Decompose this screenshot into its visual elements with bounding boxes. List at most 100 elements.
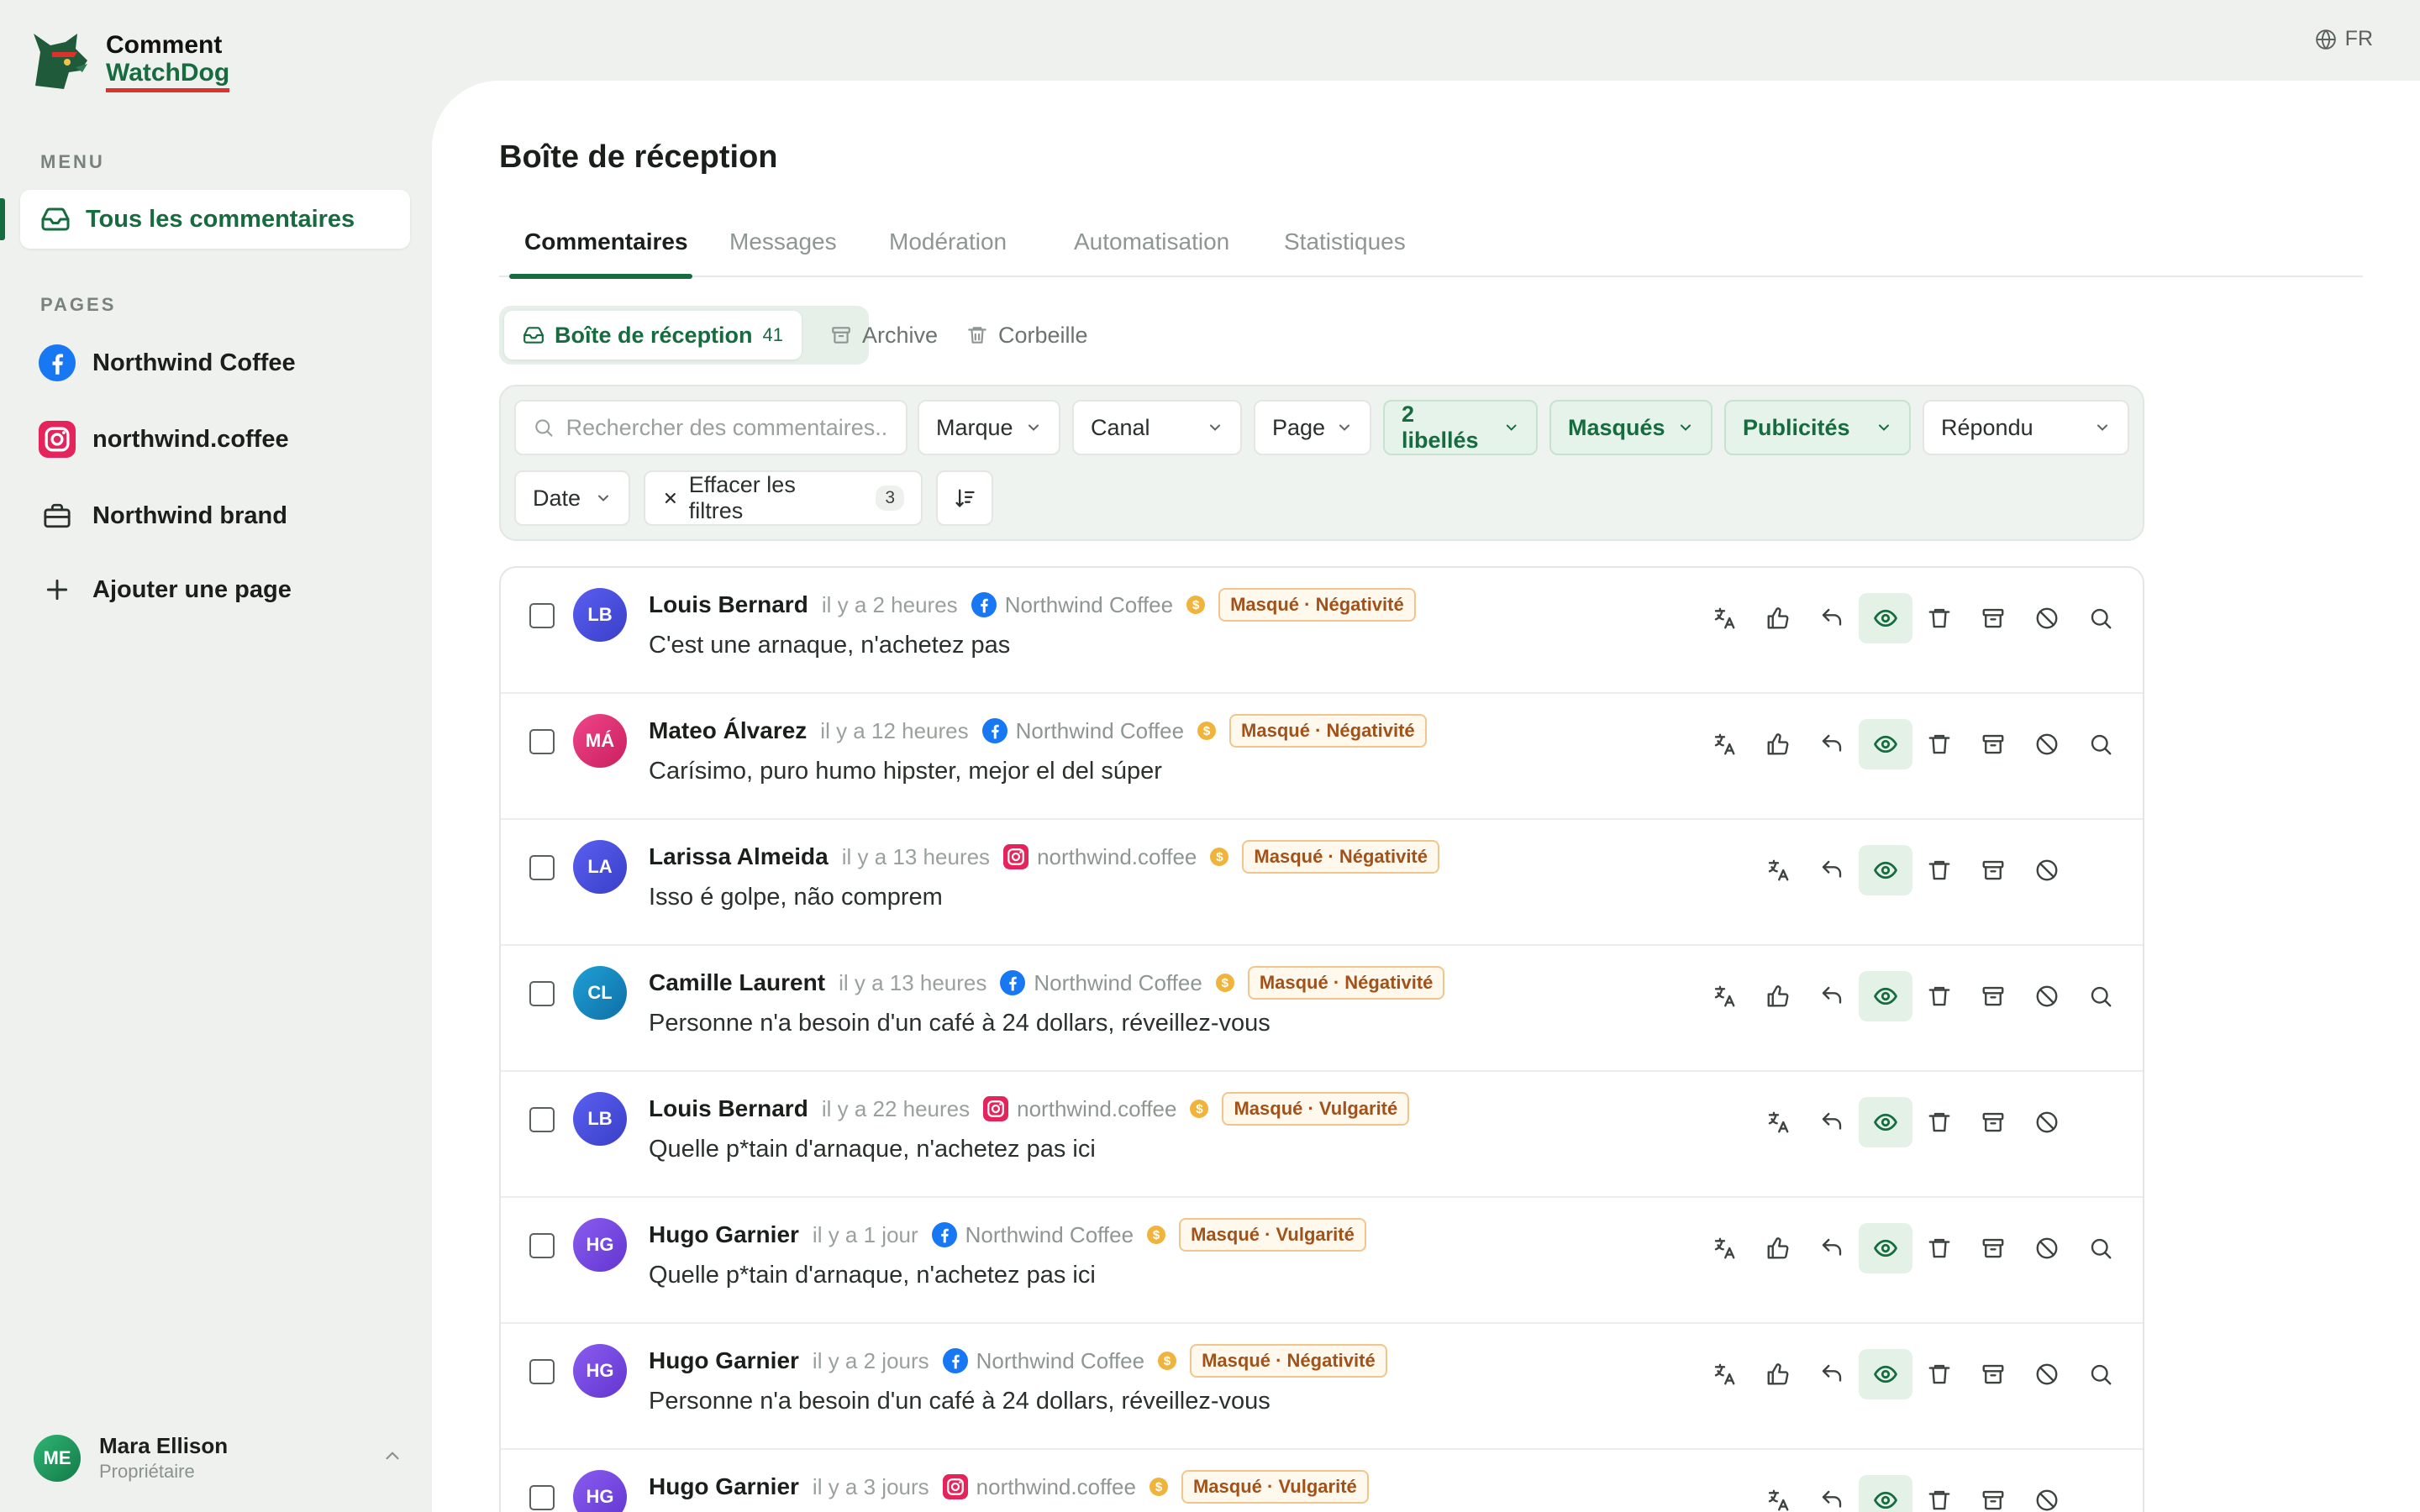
row-checkbox[interactable] (529, 855, 555, 880)
visibility-toggle-button[interactable] (1859, 719, 1912, 769)
visibility-toggle-button[interactable] (1859, 971, 1912, 1021)
like-button[interactable] (1751, 971, 1805, 1021)
sidebar-page-northwind-coffee[interactable]: Northwind Coffee (39, 344, 296, 381)
nav-item-all-comments[interactable]: Tous les commentaires (20, 190, 410, 249)
block-user-button[interactable] (2020, 845, 2074, 895)
comment-page-link[interactable]: northwind.coffee (983, 1096, 1176, 1122)
delete-button[interactable] (1912, 1349, 1966, 1399)
comment-row[interactable]: MÁ Mateo Álvarez il y a 12 heures Northwind… (501, 694, 2143, 820)
comment-row[interactable]: HG Hugo Garnier il y a 3 jours northwind.co… (501, 1450, 2143, 1512)
archive-button[interactable] (1966, 1097, 2020, 1147)
reply-button[interactable] (1805, 1097, 1859, 1147)
reply-button[interactable] (1805, 719, 1859, 769)
row-checkbox[interactable] (529, 1107, 555, 1132)
block-user-button[interactable] (2020, 1223, 2074, 1273)
visibility-toggle-button[interactable] (1859, 1223, 1912, 1273)
filter-replied[interactable]: Répondu (1923, 400, 2129, 455)
comment-row[interactable]: CL Camille Laurent il y a 13 heures Northwi… (501, 946, 2143, 1072)
segment-inbox[interactable]: Boîte de réception 41 (504, 311, 802, 360)
clear-filters-button[interactable]: Effacer les filtres 3 (644, 470, 923, 526)
archive-button[interactable] (1966, 1475, 2020, 1512)
search-input[interactable]: Rechercher des commentaires... (514, 400, 908, 455)
reply-button[interactable] (1805, 1223, 1859, 1273)
tab-statistics[interactable]: Statistiques (1284, 228, 1406, 255)
delete-button[interactable] (1912, 1475, 1966, 1512)
comment-page-link[interactable]: northwind.coffee (1003, 844, 1197, 870)
comment-row[interactable]: LA Larissa Almeida il y a 13 heures northwi… (501, 820, 2143, 946)
translate-button[interactable] (1697, 719, 1751, 769)
language-switcher[interactable]: FR (2315, 27, 2373, 51)
archive-button[interactable] (1966, 1349, 2020, 1399)
comment-row[interactable]: LB Louis Bernard il y a 22 heures northwind… (501, 1072, 2143, 1198)
author-name[interactable]: Louis Bernard (649, 1095, 808, 1122)
comment-page-link[interactable]: northwind.coffee (942, 1474, 1136, 1500)
delete-button[interactable] (1912, 1223, 1966, 1273)
segment-trash[interactable]: Corbeille (948, 311, 1107, 360)
delete-button[interactable] (1912, 845, 1966, 895)
add-page-button[interactable]: Ajouter une page (39, 571, 292, 608)
author-name[interactable]: Mateo Álvarez (649, 717, 807, 744)
brand-logo-link[interactable]: Comment WatchDog (27, 27, 230, 96)
author-name[interactable]: Hugo Garnier (649, 1347, 799, 1374)
search-author-button[interactable] (2074, 971, 2128, 1021)
translate-button[interactable] (1751, 1475, 1805, 1512)
segment-archive[interactable]: Archive (812, 311, 956, 360)
reply-button[interactable] (1805, 1475, 1859, 1512)
reply-button[interactable] (1805, 593, 1859, 643)
search-author-button[interactable] (2074, 1349, 2128, 1399)
delete-button[interactable] (1912, 1097, 1966, 1147)
archive-button[interactable] (1966, 1223, 2020, 1273)
like-button[interactable] (1751, 719, 1805, 769)
author-name[interactable]: Larissa Almeida (649, 843, 829, 870)
comment-row[interactable]: HG Hugo Garnier il y a 1 jour Northwind Cof… (501, 1198, 2143, 1324)
reply-button[interactable] (1805, 971, 1859, 1021)
row-checkbox[interactable] (529, 1233, 555, 1258)
filter-labels[interactable]: 2 libellés (1383, 400, 1538, 455)
row-checkbox[interactable] (529, 1485, 555, 1510)
visibility-toggle-button[interactable] (1859, 845, 1912, 895)
visibility-toggle-button[interactable] (1859, 1097, 1912, 1147)
archive-button[interactable] (1966, 719, 2020, 769)
translate-button[interactable] (1697, 593, 1751, 643)
comment-row[interactable]: LB Louis Bernard il y a 2 heures Northwind … (501, 568, 2143, 694)
filter-brand[interactable]: Marque (918, 400, 1060, 455)
author-name[interactable]: Camille Laurent (649, 969, 825, 996)
reply-button[interactable] (1805, 845, 1859, 895)
filter-date[interactable]: Date (514, 470, 630, 526)
tab-messages[interactable]: Messages (729, 228, 837, 255)
filter-channel[interactable]: Canal (1072, 400, 1242, 455)
tab-moderation[interactable]: Modération (889, 228, 1007, 255)
delete-button[interactable] (1912, 971, 1966, 1021)
archive-button[interactable] (1966, 593, 2020, 643)
row-checkbox[interactable] (529, 603, 555, 628)
visibility-toggle-button[interactable] (1859, 1349, 1912, 1399)
comment-page-link[interactable]: Northwind Coffee (981, 718, 1184, 744)
author-name[interactable]: Louis Bernard (649, 591, 808, 618)
reply-button[interactable] (1805, 1349, 1859, 1399)
visibility-toggle-button[interactable] (1859, 1475, 1912, 1512)
search-author-button[interactable] (2074, 1223, 2128, 1273)
block-user-button[interactable] (2020, 1475, 2074, 1512)
comment-page-link[interactable]: Northwind Coffee (942, 1348, 1144, 1374)
tab-comments[interactable]: Commentaires (524, 228, 688, 255)
comment-row[interactable]: HG Hugo Garnier il y a 2 jours Northwind Co… (501, 1324, 2143, 1450)
filter-page[interactable]: Page (1254, 400, 1371, 455)
like-button[interactable] (1751, 593, 1805, 643)
comment-page-link[interactable]: Northwind Coffee (971, 592, 1173, 618)
author-name[interactable]: Hugo Garnier (649, 1473, 799, 1500)
translate-button[interactable] (1751, 1097, 1805, 1147)
comment-page-link[interactable]: Northwind Coffee (931, 1222, 1134, 1248)
filter-ads[interactable]: Publicités (1724, 400, 1911, 455)
like-button[interactable] (1751, 1349, 1805, 1399)
delete-button[interactable] (1912, 593, 1966, 643)
search-author-button[interactable] (2074, 719, 2128, 769)
comment-page-link[interactable]: Northwind Coffee (1000, 970, 1202, 996)
block-user-button[interactable] (2020, 719, 2074, 769)
row-checkbox[interactable] (529, 1359, 555, 1384)
delete-button[interactable] (1912, 719, 1966, 769)
user-menu[interactable]: ME Mara Ellison Propriétaire (34, 1433, 403, 1483)
block-user-button[interactable] (2020, 971, 2074, 1021)
search-author-button[interactable] (2074, 593, 2128, 643)
visibility-toggle-button[interactable] (1859, 593, 1912, 643)
sidebar-page-northwind-instagram[interactable]: northwind.coffee (39, 421, 289, 458)
